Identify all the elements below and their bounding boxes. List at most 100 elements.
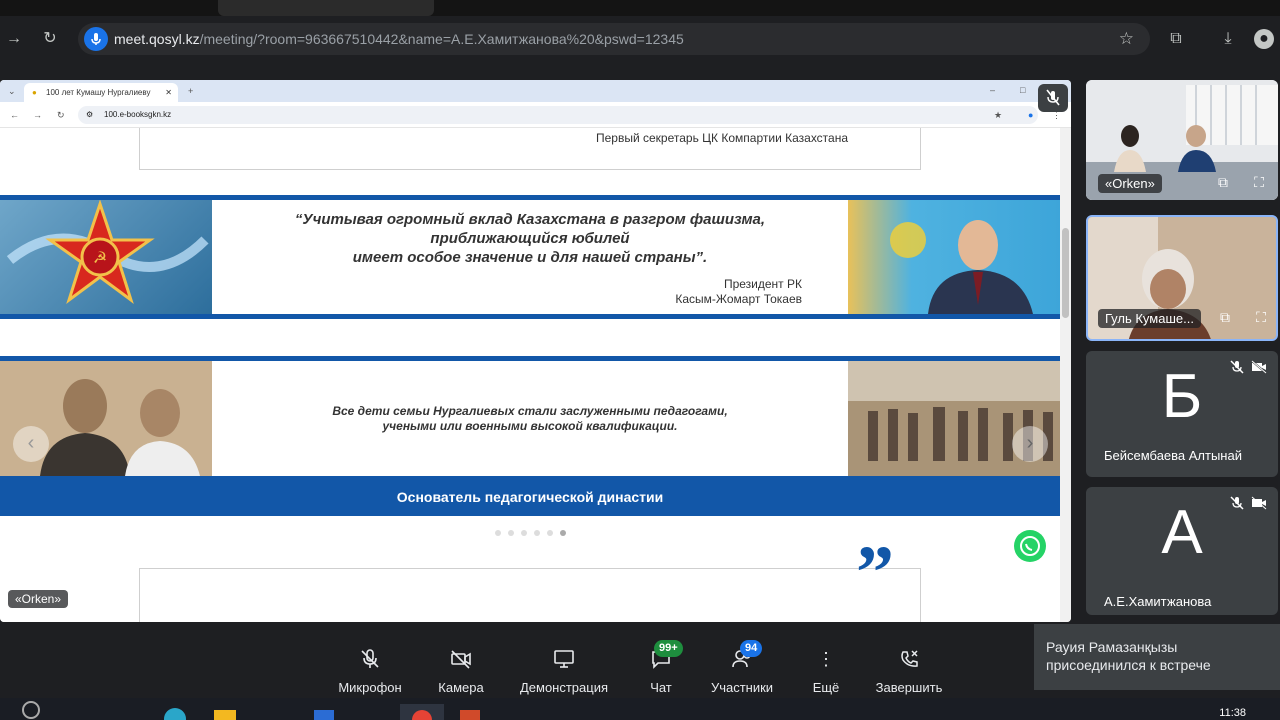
more-vertical-icon: ⋮ [817,649,835,669]
microphone-indicator-icon[interactable] [84,27,108,51]
participant-name: Бейсембаева Алтынай [1104,448,1242,463]
participants-button[interactable]: Участники 94 [708,640,776,695]
bottom-quote-card: ” [139,533,921,622]
chrome-taskbar-item[interactable] [400,704,444,720]
dynasty-title: Основатель педагогической династии [396,489,664,505]
participants-count-badge: 94 [740,640,763,657]
participant-name: «Orken» [1098,174,1162,193]
bookmark-star-icon[interactable]: ☆ [1119,23,1134,55]
quote-mark-icon: ” [856,531,894,615]
os-taskbar: 11:38 [0,698,1280,720]
carousel-dots [494,524,574,536]
participant-tile-orken[interactable]: «Orken» ⧉ ⛶ [1086,80,1278,200]
fullscreen-icon[interactable]: ⛶ [1042,589,1064,611]
chat-label: Чат [650,680,672,695]
download-icon[interactable]: ⤓ [1218,29,1238,49]
join-notification: Рауия Рамазанқызы присоединился к встреч… [1034,624,1280,690]
participant-avatar-letter: Б [1161,362,1203,431]
chat-unread-badge: 99+ [654,640,683,657]
address-bar[interactable]: meet.qosyl.kz/meeting/?room=963667510442… [78,23,1150,55]
participant-tile-gul[interactable]: Гуль Кумаше... ⧉ ⛶ [1086,215,1278,341]
screen-share-label: Демонстрация [519,680,609,695]
participants-label: Участники [710,680,774,695]
camera-button[interactable]: Камера [436,648,486,695]
web-page-content: Первый секретарь ЦК Компартии Казахстана… [0,128,1060,622]
end-call-icon [872,648,946,670]
quote-author-name: Касым-Жомарт Токаев [675,292,802,306]
presenter-label: «Orken» [8,590,69,608]
quote-author-title: Президент РК [723,277,802,291]
family-text-panel: Все дети семьи Нургалиевых стали заслуже… [212,361,848,476]
participant-tile-beisembaeva[interactable]: Б Бейсембаева Алтынай [1086,351,1278,477]
camera-label: Камера [438,680,484,695]
participant-avatar-letter: А [1161,498,1203,567]
president-quote: “Учитывая огромный вклад Казахстана в ра… [212,200,848,314]
monitor-icon [516,648,612,670]
profile-icon[interactable]: ● [1254,29,1274,49]
browser-tab-strip [0,0,1280,16]
shared-scrollbar [1060,128,1071,622]
participant-name: Гуль Кумаше... [1098,309,1201,328]
minimize-icon: – [990,85,996,95]
extensions-icon[interactable]: ⧉ [1166,29,1186,49]
back-icon: ← [10,110,19,120]
family-banner: Все дети семьи Нургалиевых стали заслуже… [0,356,1060,516]
quote-line-2: приближающийся юбилей [430,230,630,247]
top-quote-card: Первый секретарь ЦК Компартии Казахстана [139,128,921,170]
chat-button[interactable]: Чат 99+ [642,640,683,695]
pip-icon[interactable]: ⧉ [1214,306,1236,328]
top-card-caption: Первый секретарь ЦК Компартии Казахстана [596,131,849,145]
fullscreen-icon[interactable]: ⛶ [1248,171,1270,193]
scrollbar-thumb [1062,228,1069,318]
forward-icon[interactable]: → [4,29,24,49]
reload-icon[interactable]: ↻ [40,29,60,49]
carousel-prev-button[interactable]: ‹ [13,426,49,462]
president-quote-banner: ☭ “Учитывая огромный вклад Казахстана в … [0,195,1060,319]
shared-address-row: ← → ↻ ⚙ 100.e-booksgkn.kz ★ ● ⋮ [0,102,1071,128]
word-icon[interactable] [314,710,334,720]
browser-toolbar: → ↻ meet.qosyl.kz/meeting/?room=96366751… [0,16,1280,62]
svg-text:☭: ☭ [93,248,107,267]
site-favicon-icon: ● [32,88,37,97]
end-call-button[interactable]: Завершить [872,648,946,695]
fullscreen-icon[interactable]: ⛶ [1250,306,1272,328]
family-text-line-2: учеными или военными высокой квалификаци… [382,419,678,433]
shared-tab-strip: ⌄ ● 100 лет Кумашу Нургалиеву ✕ + – □ [0,80,1071,102]
pip-icon[interactable]: ⧉ [1006,589,1028,611]
url-host: meet.qosyl.kz [114,31,200,47]
participant-tile-khamitzhanova[interactable]: А А.Е.Хамитжанова [1086,487,1278,615]
end-call-label: Завершить [875,680,943,695]
microphone-button[interactable]: Микрофон [336,648,404,695]
shared-url: 100.e-booksgkn.kz [104,110,172,119]
screen-share-button[interactable]: Демонстрация [516,648,612,695]
shared-browser-tab: ● 100 лет Кумашу Нургалиеву ✕ [24,83,178,102]
carousel-next-button[interactable]: › [1012,426,1048,462]
url-path: /meeting/?room=963667510442&name=А.Е.Хам… [199,31,684,47]
whatsapp-icon[interactable] [1014,530,1046,562]
quote-line-1: “Учитывая огромный вклад Казахстана в ра… [294,211,766,228]
edge-browser-icon[interactable] [164,708,186,720]
camera-off-icon [436,648,486,670]
browser-tab-active[interactable] [218,0,434,16]
new-tab-icon: + [188,86,194,96]
site-settings-icon: ⚙ [86,110,94,119]
close-tab-icon: ✕ [165,88,172,97]
family-text-line-1: Все дети семьи Нургалиевых стали заслуже… [332,404,728,418]
powerpoint-icon[interactable] [460,710,480,720]
more-button[interactable]: ⋮ Ещё [808,648,844,695]
search-icon[interactable] [22,701,40,719]
shared-address-bar: ⚙ 100.e-booksgkn.kz [78,106,1038,124]
file-explorer-icon[interactable] [214,710,236,720]
microphone-off-icon [336,648,404,670]
forward-icon: → [33,110,42,120]
shared-screen: ⌄ ● 100 лет Кумашу Нургалиеву ✕ + – □ ← … [0,80,1071,622]
bookmark-star-icon: ★ [994,110,1003,120]
pip-icon[interactable]: ⧉ [1212,171,1234,193]
microphone-label: Микрофон [338,680,402,695]
shared-tab-title: 100 лет Кумашу Нургалиеву [46,88,151,97]
participant-name: А.Е.Хамитжанова [1104,594,1212,609]
profile-icon: ● [1028,110,1034,120]
taskbar-clock: 11:38 [1219,707,1246,719]
victory-order-image: ☭ [0,199,212,314]
tab-list-chevron-icon: ⌄ [8,86,16,96]
